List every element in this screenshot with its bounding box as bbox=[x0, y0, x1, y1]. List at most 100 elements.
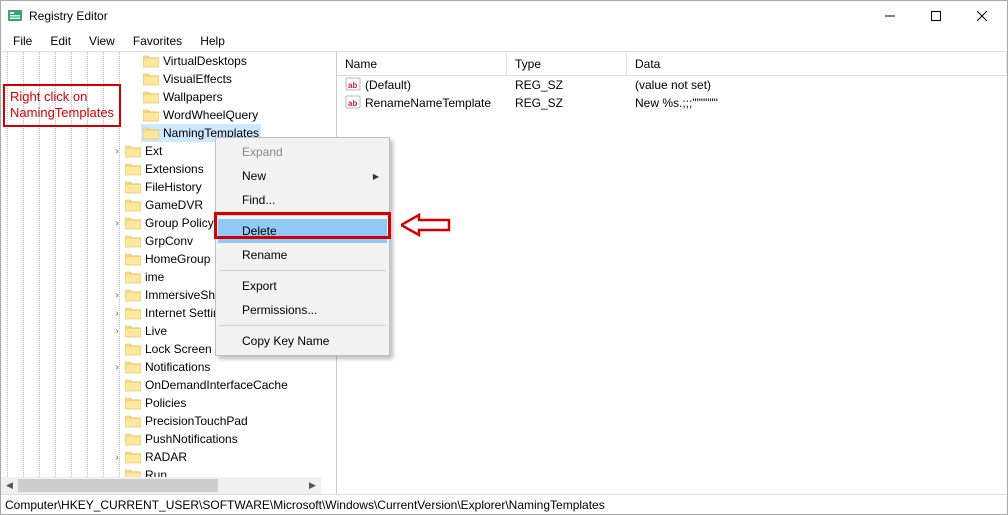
close-button[interactable] bbox=[959, 1, 1005, 31]
annotation-line1: Right click on bbox=[10, 89, 87, 104]
menu-edit[interactable]: Edit bbox=[42, 32, 79, 50]
list-pane: Name Type Data ab (Default) REG_SZ(value n… bbox=[337, 52, 1007, 494]
folder-icon bbox=[125, 234, 141, 248]
window-title: Registry Editor bbox=[29, 9, 108, 23]
list-body[interactable]: ab (Default) REG_SZ(value not set) ab Rename… bbox=[337, 76, 1007, 494]
svg-text:ab: ab bbox=[348, 81, 357, 90]
folder-icon bbox=[125, 144, 141, 158]
menu-separator bbox=[219, 270, 386, 271]
value-type: REG_SZ bbox=[507, 78, 627, 92]
tree-item[interactable]: › Notifications bbox=[1, 358, 337, 376]
tree-item-label: VirtualDesktops bbox=[163, 54, 247, 68]
tree-item[interactable]: Policies bbox=[1, 394, 337, 412]
tree-item-label: Policies bbox=[145, 396, 186, 410]
menu-item-copy-key-name[interactable]: Copy Key Name bbox=[218, 329, 387, 353]
tree-item-label: Lock Screen bbox=[145, 342, 212, 356]
context-menu[interactable]: ExpandNewFind...DeleteRenameExportPermis… bbox=[215, 137, 390, 356]
tree-item[interactable]: VirtualDesktops bbox=[1, 52, 337, 70]
maximize-button[interactable] bbox=[913, 1, 959, 31]
tree-item[interactable]: OnDemandInterfaceCache bbox=[1, 376, 337, 394]
menu-help[interactable]: Help bbox=[192, 32, 233, 50]
minimize-button[interactable] bbox=[867, 1, 913, 31]
statusbar: Computer\HKEY_CURRENT_USER\SOFTWARE\Micr… bbox=[1, 494, 1007, 514]
folder-icon bbox=[143, 72, 159, 86]
list-row[interactable]: ab RenameNameTemplate REG_SZNew %s.;;;""""… bbox=[337, 94, 1007, 112]
tree-item-label: PushNotifications bbox=[145, 432, 238, 446]
folder-icon bbox=[125, 270, 141, 284]
tree-item-label: Ext bbox=[145, 144, 162, 158]
menu-item-permissions[interactable]: Permissions... bbox=[218, 298, 387, 322]
app-icon bbox=[7, 7, 23, 26]
titlebar: Registry Editor bbox=[1, 1, 1007, 31]
menu-file[interactable]: File bbox=[5, 32, 40, 50]
folder-icon bbox=[143, 126, 159, 140]
folder-icon bbox=[125, 450, 141, 464]
tree-item-label: Group Policy bbox=[145, 216, 214, 230]
registry-editor-window: Registry Editor File Edit View Favorites… bbox=[0, 0, 1008, 515]
tree-item-label: OnDemandInterfaceCache bbox=[145, 378, 288, 392]
tree-item-label: Notifications bbox=[145, 360, 210, 374]
menu-item-rename[interactable]: Rename bbox=[218, 243, 387, 267]
chevron-right-icon[interactable]: › bbox=[111, 146, 123, 157]
tree-item-label: FileHistory bbox=[145, 180, 202, 194]
folder-icon bbox=[125, 162, 141, 176]
value-type: REG_SZ bbox=[507, 96, 627, 110]
scroll-left-button[interactable]: ◀ bbox=[1, 477, 18, 494]
folder-icon bbox=[125, 378, 141, 392]
tree-item-label: RADAR bbox=[145, 450, 187, 464]
tree-scroll-h[interactable]: ◀ ▶ bbox=[1, 477, 321, 494]
chevron-right-icon[interactable]: › bbox=[111, 290, 123, 301]
tree-item[interactable]: PrecisionTouchPad bbox=[1, 412, 337, 430]
value-data: (value not set) bbox=[627, 78, 1007, 92]
list-header: Name Type Data bbox=[337, 52, 1007, 76]
tree-item[interactable]: PushNotifications bbox=[1, 430, 337, 448]
folder-icon bbox=[143, 108, 159, 122]
svg-text:ab: ab bbox=[348, 99, 357, 108]
chevron-right-icon[interactable]: › bbox=[111, 326, 123, 337]
menu-favorites[interactable]: Favorites bbox=[125, 32, 190, 50]
chevron-right-icon[interactable]: › bbox=[111, 308, 123, 319]
annotation-instruction: Right click on NamingTemplates bbox=[3, 84, 121, 127]
tree-item-label: GameDVR bbox=[145, 198, 203, 212]
folder-icon bbox=[125, 324, 141, 338]
folder-icon bbox=[125, 288, 141, 302]
list-row[interactable]: ab (Default) REG_SZ(value not set) bbox=[337, 76, 1007, 94]
scroll-track[interactable] bbox=[18, 477, 304, 494]
value-data: New %s.;;;"""""" bbox=[627, 96, 1007, 110]
folder-icon bbox=[125, 360, 141, 374]
folder-icon bbox=[125, 414, 141, 428]
tree-item-label: WordWheelQuery bbox=[163, 108, 258, 122]
col-header-name[interactable]: Name bbox=[337, 52, 507, 75]
tree-item-label: Extensions bbox=[145, 162, 204, 176]
scroll-right-button[interactable]: ▶ bbox=[304, 477, 321, 494]
folder-icon bbox=[125, 180, 141, 194]
tree-item[interactable]: › RADAR bbox=[1, 448, 337, 466]
value-name: (Default) bbox=[365, 78, 411, 92]
tree-item-label: GrpConv bbox=[145, 234, 193, 248]
folder-icon bbox=[125, 198, 141, 212]
menu-item-find[interactable]: Find... bbox=[218, 188, 387, 212]
folder-icon bbox=[125, 432, 141, 446]
value-name: RenameNameTemplate bbox=[365, 96, 491, 110]
folder-icon bbox=[143, 54, 159, 68]
folder-icon bbox=[125, 306, 141, 320]
chevron-right-icon[interactable]: › bbox=[111, 218, 123, 229]
scroll-thumb[interactable] bbox=[18, 479, 218, 492]
chevron-right-icon[interactable]: › bbox=[111, 362, 123, 373]
tree-item-label: VisualEffects bbox=[163, 72, 232, 86]
folder-icon bbox=[125, 252, 141, 266]
string-value-icon: ab bbox=[345, 76, 361, 95]
folder-icon bbox=[143, 90, 159, 104]
menu-separator bbox=[219, 325, 386, 326]
col-header-type[interactable]: Type bbox=[507, 52, 627, 75]
chevron-right-icon[interactable]: › bbox=[111, 452, 123, 463]
menu-view[interactable]: View bbox=[81, 32, 123, 50]
menu-item-expand: Expand bbox=[218, 140, 387, 164]
tree-item-label: ime bbox=[145, 270, 164, 284]
annotation-arrow bbox=[401, 212, 451, 241]
folder-icon bbox=[125, 396, 141, 410]
menu-item-new[interactable]: New bbox=[218, 164, 387, 188]
menu-item-export[interactable]: Export bbox=[218, 274, 387, 298]
col-header-data[interactable]: Data bbox=[627, 52, 1007, 75]
statusbar-path: Computer\HKEY_CURRENT_USER\SOFTWARE\Micr… bbox=[5, 498, 605, 512]
